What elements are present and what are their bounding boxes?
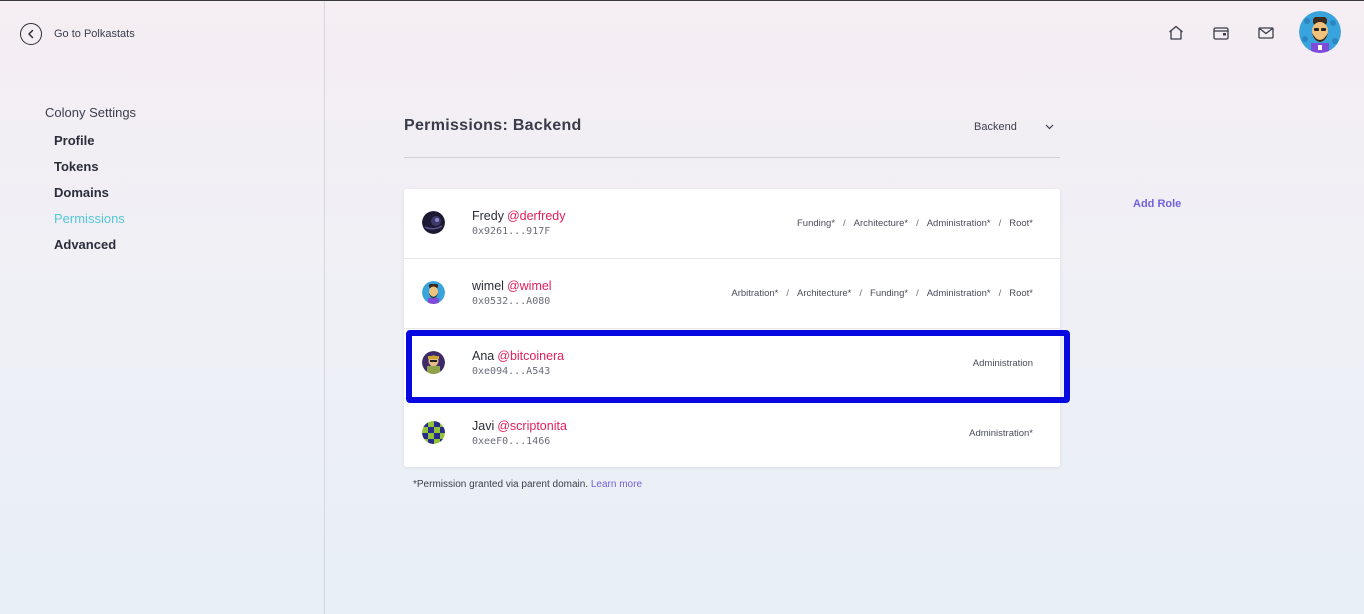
- domain-select[interactable]: Backend: [974, 121, 1054, 133]
- member-username[interactable]: @bitcoinera: [497, 349, 564, 363]
- list-item[interactable]: wimel @wimel 0x0532...A080 Arbitration* / …: [404, 259, 1060, 329]
- permissions-footnote: *Permission granted via parent domain. L…: [413, 479, 642, 490]
- title-divider: [404, 157, 1060, 158]
- role-separator: /: [916, 288, 919, 299]
- user-avatar[interactable]: [1299, 11, 1341, 53]
- sidebar-item-advanced[interactable]: Advanced: [54, 236, 125, 262]
- member-name: wimel @wimel: [472, 279, 552, 293]
- role-tag: Arbitration*: [731, 288, 779, 299]
- back-arrow-icon[interactable]: [20, 23, 42, 45]
- member-roles: Funding* / Architecture* / Administration*…: [797, 218, 1033, 229]
- back-link[interactable]: Go to Polkastats: [20, 23, 135, 45]
- avatar: [422, 211, 445, 234]
- inbox-icon[interactable]: [1256, 23, 1276, 43]
- wallet-icon[interactable]: [1211, 23, 1231, 43]
- chevron-down-icon[interactable]: [1045, 124, 1054, 130]
- member-address: 0xe094...A543: [472, 366, 551, 377]
- role-separator: /: [998, 218, 1002, 229]
- page-title: Permissions: Backend: [404, 117, 582, 134]
- home-icon[interactable]: [1166, 23, 1186, 43]
- member-username[interactable]: @wimel: [507, 279, 552, 293]
- sidebar-item-profile[interactable]: Profile: [54, 132, 125, 158]
- list-item[interactable]: Javi @scriptonita 0xeeF0...1466 Administr…: [404, 399, 1060, 469]
- role-tag: Administration: [972, 358, 1033, 369]
- role-tag: Funding*: [797, 218, 836, 229]
- member-roles: Administration*: [969, 428, 1033, 439]
- settings-section-title: Colony Settings: [45, 105, 137, 120]
- member-name: Ana @bitcoinera: [472, 349, 564, 363]
- learn-more-link[interactable]: Learn more: [591, 479, 642, 490]
- role-tag: Architecture*: [797, 288, 852, 299]
- member-display-name: Javi: [472, 419, 495, 433]
- avatar: [422, 351, 445, 374]
- domain-select-value[interactable]: Backend: [974, 121, 1017, 133]
- role-separator: /: [843, 218, 846, 229]
- settings-sidebar: Go to Polkastats Colony Settings Profile…: [0, 1, 325, 614]
- role-tag: Root*: [1009, 218, 1033, 229]
- role-separator: /: [859, 288, 863, 299]
- member-display-name: Fredy: [472, 209, 504, 223]
- settings-nav: Profile Tokens Domains Permissions Advan…: [54, 132, 125, 262]
- back-link-label[interactable]: Go to Polkastats: [54, 28, 135, 40]
- sidebar-item-tokens[interactable]: Tokens: [54, 158, 125, 184]
- member-username[interactable]: @scriptonita: [497, 419, 567, 433]
- member-name: Javi @scriptonita: [472, 419, 567, 433]
- sidebar-item-domains[interactable]: Domains: [54, 184, 125, 210]
- avatar: [422, 281, 445, 304]
- footnote-text: *Permission granted via parent domain.: [413, 479, 589, 490]
- role-separator: /: [786, 288, 789, 299]
- member-address: 0x9261...917F: [472, 226, 551, 237]
- role-tag: Administration*: [926, 288, 991, 299]
- list-item[interactable]: Fredy @derfredy 0x9261...917F Funding* / A…: [404, 189, 1060, 259]
- member-display-name: Ana: [472, 349, 495, 363]
- member-roles: Arbitration* / Architecture* / Funding* / A…: [731, 288, 1033, 299]
- member-display-name: wimel: [472, 279, 504, 293]
- member-roles: Administration: [973, 358, 1033, 369]
- member-address: 0x0532...A080: [472, 296, 551, 307]
- role-tag: Administration*: [926, 218, 991, 229]
- member-username[interactable]: @derfredy: [507, 209, 566, 223]
- role-tag: Root*: [1009, 288, 1033, 299]
- role-tag: Funding*: [870, 288, 909, 299]
- member-name: Fredy @derfredy: [472, 209, 566, 223]
- sidebar-item-permissions[interactable]: Permissions: [54, 210, 125, 236]
- role-tag: Architecture*: [853, 218, 909, 229]
- permissions-list: Fredy @derfredy 0x9261...917F Funding* / A…: [404, 189, 1070, 469]
- role-tag: Administration*: [969, 428, 1033, 439]
- role-separator: /: [998, 288, 1002, 299]
- add-role-button[interactable]: Add Role: [1133, 198, 1181, 210]
- list-item-selected[interactable]: Ana @bitcoinera 0xe094...A543 Administrat…: [404, 329, 1070, 403]
- avatar: [422, 421, 445, 444]
- member-address: 0xeeF0...1466: [472, 436, 551, 447]
- role-separator: /: [916, 218, 919, 229]
